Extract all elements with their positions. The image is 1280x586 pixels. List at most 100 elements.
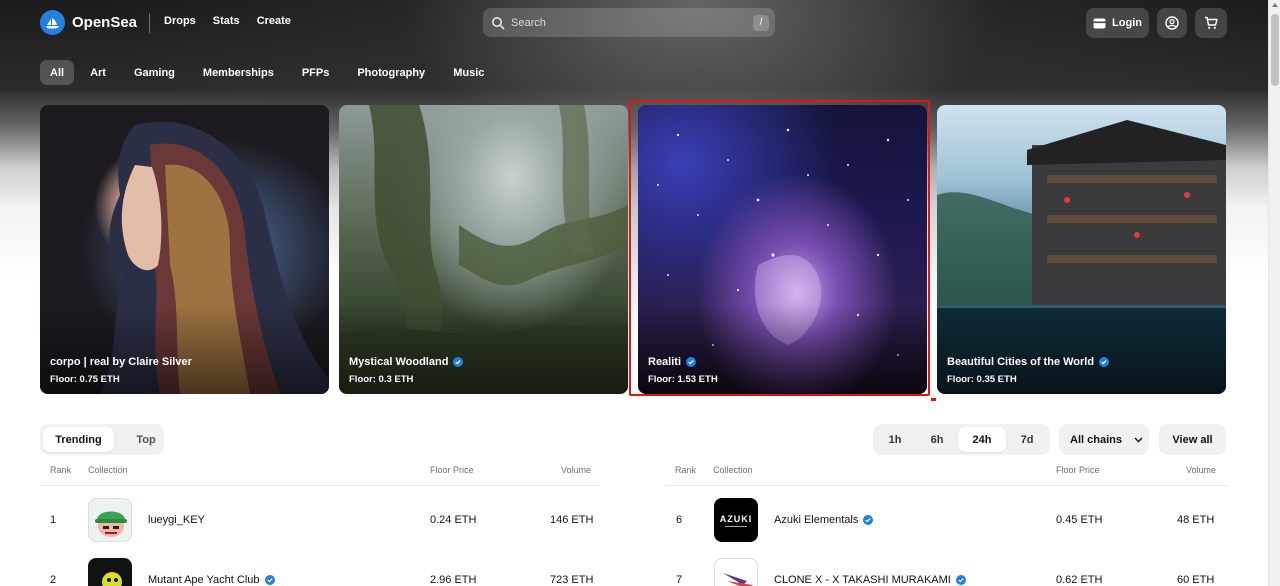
- header-collection: Collection: [88, 465, 128, 475]
- nav-drops[interactable]: Drops: [164, 15, 196, 27]
- table-row[interactable]: 1 lueygi_KEY 0.24 ETH 146 ETH: [40, 498, 600, 542]
- featured-card-title: Beautiful Cities of the World: [947, 356, 1110, 368]
- tab-music[interactable]: Music: [441, 60, 496, 85]
- header-rank: Rank: [50, 465, 72, 475]
- opensea-logo[interactable]: OpenSea: [40, 10, 137, 35]
- trending-top-toggle: Trending Top: [40, 424, 164, 455]
- featured-card-floor: Floor: 1.53 ETH: [648, 374, 718, 385]
- left-table-divider: [40, 485, 600, 486]
- mayc-avatar-icon: [102, 572, 122, 586]
- collection-thumbnail: [714, 558, 758, 586]
- header-floor-price: Floor Price: [1056, 465, 1100, 475]
- verified-badge-icon: [955, 575, 966, 585]
- left-table-header: Rank Collection Floor Price Volume: [40, 465, 600, 477]
- chains-dropdown-label: All chains: [1070, 433, 1122, 446]
- collection-name-text: Azuki Elementals: [774, 514, 859, 526]
- featured-card-corpo[interactable]: corpo | real by Claire Silver Floor: 0.7…: [40, 105, 329, 394]
- row-floor-price: 0.24 ETH: [430, 514, 477, 526]
- cart-button[interactable]: [1195, 8, 1227, 38]
- featured-card-beautiful-cities[interactable]: Beautiful Cities of the World Floor: 0.3…: [937, 105, 1226, 394]
- tab-memberships[interactable]: Memberships: [191, 60, 286, 85]
- table-row[interactable]: 6 AZUKI Azuki Elementals 0.45 ETH 48 ETH: [666, 498, 1226, 542]
- verified-badge-icon: [686, 357, 697, 367]
- collection-name-text: lueygi_KEY: [148, 514, 205, 526]
- collection-thumbnail: [88, 498, 132, 542]
- row-volume: 723 ETH: [550, 574, 594, 586]
- search-shortcut-key: /: [753, 15, 769, 31]
- top-header: OpenSea Drops Stats Create / Login: [0, 0, 1268, 44]
- row-collection-name: lueygi_KEY: [148, 514, 205, 526]
- wallet-icon: [1093, 18, 1106, 28]
- time-7d[interactable]: 7d: [1013, 427, 1041, 452]
- featured-card-floor: Floor: 0.75 ETH: [50, 374, 120, 385]
- lueygi-avatar-icon: [95, 511, 127, 537]
- search-input[interactable]: [511, 16, 741, 29]
- chains-dropdown[interactable]: All chains: [1059, 424, 1149, 455]
- featured-title-text: Realiti: [648, 356, 682, 368]
- scrollbar-thumb[interactable]: [1271, 14, 1279, 86]
- chevron-down-icon: [1134, 437, 1143, 442]
- collection-thumbnail: [88, 558, 132, 586]
- verified-badge-icon: [453, 357, 464, 367]
- tab-art[interactable]: Art: [78, 60, 118, 85]
- tab-top[interactable]: Top: [130, 427, 162, 452]
- row-rank: 2: [50, 574, 57, 586]
- featured-card-floor: Floor: 0.35 ETH: [947, 374, 1017, 385]
- scroll-up-arrow-icon[interactable]: [1272, 3, 1278, 7]
- view-all-button[interactable]: View all: [1159, 424, 1226, 455]
- featured-card-title: Realiti: [648, 356, 697, 368]
- row-rank: 7: [676, 574, 683, 586]
- login-label: Login: [1112, 17, 1142, 29]
- login-button[interactable]: Login: [1086, 8, 1149, 38]
- time-range-toggle: 1h 6h 24h 7d: [873, 424, 1050, 455]
- featured-card-floor: Floor: 0.3 ETH: [349, 374, 414, 385]
- account-icon: [1165, 16, 1179, 30]
- featured-title-text: corpo | real by Claire Silver: [50, 356, 192, 368]
- header-volume: Volume: [1186, 465, 1217, 475]
- row-rank: 1: [50, 514, 57, 526]
- featured-title-text: Beautiful Cities of the World: [947, 356, 1095, 368]
- header-rank: Rank: [675, 465, 697, 475]
- search-icon: [492, 16, 505, 29]
- featured-card-realiti[interactable]: Realiti Floor: 1.53 ETH: [638, 105, 927, 394]
- tab-photography[interactable]: Photography: [345, 60, 437, 85]
- row-collection-name: CLONE X - X TAKASHI MURAKAMI: [774, 574, 966, 586]
- category-tabs: All Art Gaming Memberships PFPs Photogra…: [40, 60, 496, 85]
- header-floor-price: Floor Price: [430, 465, 474, 475]
- page-scrollbar[interactable]: [1268, 0, 1280, 586]
- tab-gaming[interactable]: Gaming: [122, 60, 187, 85]
- azuki-logo-underline: [725, 525, 747, 527]
- table-row[interactable]: 7 CLONE X - X TAKASHI MURAKAMI 0.62 ETH …: [666, 558, 1226, 586]
- time-6h[interactable]: 6h: [923, 427, 951, 452]
- featured-card-mystical-woodland[interactable]: Mystical Woodland Floor: 0.3 ETH: [339, 105, 628, 394]
- verified-badge-icon: [863, 515, 874, 525]
- row-volume: 60 ETH: [1177, 574, 1215, 586]
- selection-highlight-marker: [931, 398, 936, 401]
- verified-badge-icon: [264, 575, 275, 585]
- time-24h[interactable]: 24h: [958, 427, 1006, 452]
- row-rank: 6: [676, 514, 683, 526]
- row-collection-name: Mutant Ape Yacht Club: [148, 574, 275, 586]
- row-floor-price: 2.96 ETH: [430, 574, 477, 586]
- nav-create[interactable]: Create: [257, 15, 291, 27]
- header-divider: [149, 13, 150, 33]
- verified-badge-icon: [1099, 357, 1110, 367]
- search-bar[interactable]: /: [483, 8, 775, 37]
- time-1h[interactable]: 1h: [881, 427, 909, 452]
- featured-card-title: Mystical Woodland: [349, 356, 464, 368]
- azuki-logo-text: AZUKI: [719, 513, 753, 524]
- tab-all[interactable]: All: [40, 60, 75, 85]
- tab-trending[interactable]: Trending: [43, 427, 114, 452]
- nav-stats[interactable]: Stats: [213, 15, 240, 27]
- right-table-header: Rank Collection Floor Price Volume: [666, 465, 1226, 477]
- cart-icon: [1205, 16, 1218, 29]
- row-floor-price: 0.45 ETH: [1056, 514, 1103, 526]
- row-floor-price: 0.62 ETH: [1056, 574, 1103, 586]
- collection-name-text: Mutant Ape Yacht Club: [148, 574, 260, 586]
- featured-card-title: corpo | real by Claire Silver: [50, 356, 192, 368]
- tab-pfps[interactable]: PFPs: [290, 60, 342, 85]
- account-button[interactable]: [1157, 8, 1187, 38]
- row-collection-name: Azuki Elementals: [774, 514, 874, 526]
- header-collection: Collection: [713, 465, 753, 475]
- table-row[interactable]: 2 Mutant Ape Yacht Club 2.96 ETH 723 ETH: [40, 558, 600, 586]
